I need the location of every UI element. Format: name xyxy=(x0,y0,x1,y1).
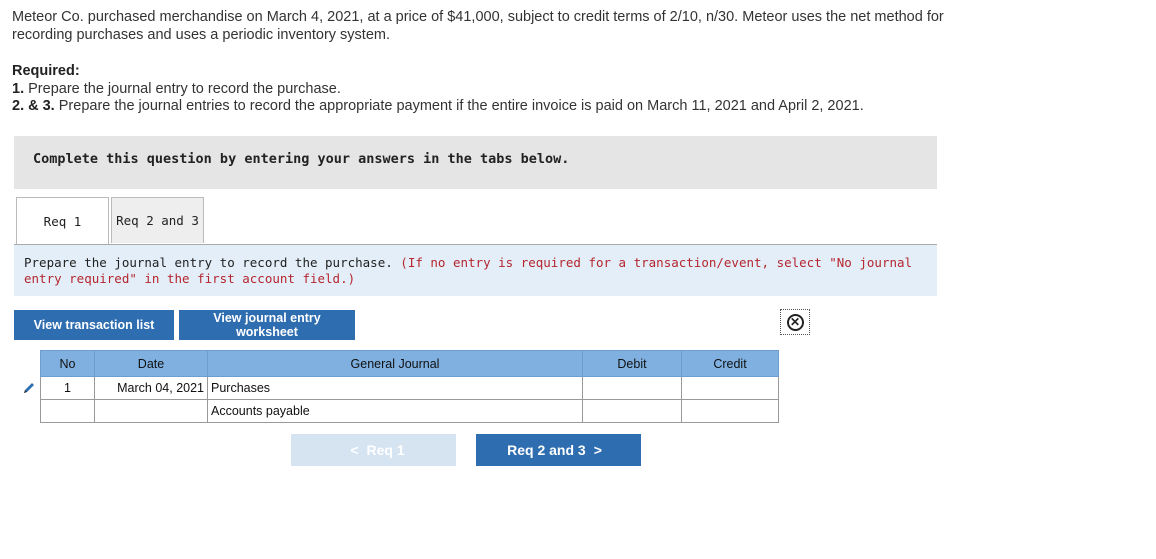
journal-header-row: No Date General Journal Debit Credit xyxy=(40,350,779,377)
row-debit[interactable] xyxy=(582,399,682,423)
instruction-banner: Complete this question by entering your … xyxy=(14,136,937,189)
header-no: No xyxy=(40,350,95,377)
prev-req-button: < Req 1 xyxy=(291,434,456,466)
header-debit: Debit xyxy=(582,350,682,377)
requirement-1: 1. Prepare the journal entry to record t… xyxy=(12,80,341,98)
row-account[interactable]: Purchases xyxy=(207,376,583,400)
next-req-label: Req 2 and 3 xyxy=(507,442,586,458)
chevron-left-icon: < xyxy=(350,442,359,458)
prev-req-label: Req 1 xyxy=(366,442,405,458)
requirement-2-3-text: Prepare the journal entries to record th… xyxy=(58,98,864,114)
view-transaction-list-button[interactable]: View transaction list xyxy=(14,310,174,340)
requirement-2-3: 2. & 3. Prepare the journal entries to r… xyxy=(12,97,864,115)
row-debit[interactable] xyxy=(582,376,682,400)
problem-intro: Meteor Co. purchased merchandise on Marc… xyxy=(12,9,944,43)
row-date xyxy=(94,399,208,423)
close-button[interactable]: ✕ xyxy=(780,309,810,335)
row-account[interactable]: Accounts payable xyxy=(207,399,583,423)
row-credit[interactable] xyxy=(681,376,779,400)
header-credit: Credit xyxy=(681,350,779,377)
required-heading: Required: xyxy=(12,63,80,79)
requirement-1-text: Prepare the journal entry to record the … xyxy=(28,81,341,97)
prompt-paragraph: Prepare the journal entry to record the … xyxy=(24,255,914,287)
next-req-button[interactable]: Req 2 and 3 > xyxy=(476,434,641,466)
table-row: 1 March 04, 2021 Purchases xyxy=(40,376,779,400)
row-credit[interactable] xyxy=(681,399,779,423)
row-no: 1 xyxy=(40,376,95,400)
journal-table: No Date General Journal Debit Credit 1 M… xyxy=(40,350,779,423)
instruction-text: Complete this question by entering your … xyxy=(33,151,570,167)
requirement-1-number: 1. xyxy=(12,81,25,97)
row-no xyxy=(40,399,95,423)
tab-req-1[interactable]: Req 1 xyxy=(16,197,109,245)
view-journal-worksheet-button[interactable]: View journal entry worksheet xyxy=(179,310,355,340)
tab-req-2-and-3[interactable]: Req 2 and 3 xyxy=(111,197,204,243)
close-icon: ✕ xyxy=(786,313,804,331)
question-prompt: Prepare the journal entry to record the … xyxy=(14,245,937,296)
table-row: Accounts payable xyxy=(40,399,779,423)
header-general-journal: General Journal xyxy=(207,350,583,377)
row-date: March 04, 2021 xyxy=(94,376,208,400)
chevron-right-icon: > xyxy=(593,442,602,458)
requirement-2-3-number: 2. & 3. xyxy=(12,98,55,114)
prompt-main: Prepare the journal entry to record the … xyxy=(24,255,393,270)
header-date: Date xyxy=(94,350,208,377)
pencil-icon[interactable] xyxy=(22,381,36,395)
